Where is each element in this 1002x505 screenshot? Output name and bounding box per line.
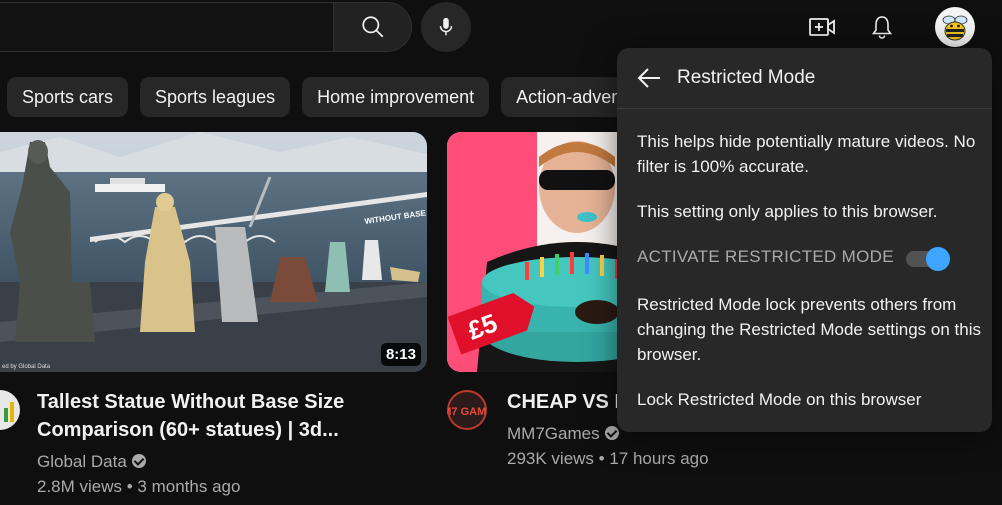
mm7-logo-icon: MM7 GAMES — [447, 390, 487, 430]
channel-avatar-mm7games[interactable]: MM7 GAMES — [447, 390, 487, 430]
channel-name[interactable]: Global Data — [37, 450, 146, 474]
panel-header: Restricted Mode — [617, 48, 992, 109]
filter-chips-bar: Sports cars Sports leagues Home improvem… — [7, 77, 637, 117]
create-video-icon — [809, 18, 835, 36]
search-icon — [361, 16, 383, 38]
chip-home-improvement[interactable]: Home improvement — [302, 77, 490, 117]
bee-avatar-icon — [942, 15, 968, 41]
channel-avatar-global-data[interactable] — [0, 390, 20, 430]
account-avatar[interactable] — [935, 7, 975, 47]
verified-icon — [131, 454, 146, 468]
verified-icon — [604, 426, 619, 440]
video-title[interactable]: Tallest Statue Without Base Size Compari… — [37, 388, 367, 444]
chip-sports-leagues[interactable]: Sports leagues — [140, 77, 291, 117]
restricted-mode-panel: Restricted Mode This helps hide potentia… — [617, 48, 992, 432]
panel-title: Restricted Mode — [677, 67, 816, 88]
channel-name-text: Global Data — [37, 452, 127, 471]
notifications-bell-icon — [871, 16, 893, 39]
search-input[interactable] — [0, 2, 333, 52]
restricted-description: This helps hide potentially mature video… — [637, 132, 976, 176]
video-thumbnail-statues[interactable]: WITHOUT BASE ed by Global Data 8:13 — [0, 132, 427, 372]
thumb-credit: ed by Global Data — [2, 364, 51, 370]
video-meta: 2.8M views • 3 months ago — [37, 477, 241, 496]
back-arrow-icon — [637, 68, 660, 88]
browser-only-note: This setting only applies to this browse… — [637, 202, 938, 221]
restricted-mode-toggle[interactable] — [906, 247, 952, 271]
statues-thumbnail-image: WITHOUT BASE ed by Global Data — [0, 132, 427, 372]
microphone-icon — [439, 17, 453, 36]
create-button[interactable] — [801, 6, 843, 48]
lock-restricted-mode-link[interactable]: Lock Restricted Mode on this browser — [637, 387, 982, 412]
lock-description: Restricted Mode lock prevents others fro… — [637, 295, 981, 364]
bar-chart-logo-icon — [4, 402, 14, 422]
toggle-knob — [926, 247, 950, 271]
video-duration: 8:13 — [380, 343, 421, 366]
search-button[interactable] — [333, 2, 412, 52]
channel-name[interactable]: MM7Games — [507, 422, 619, 446]
video-title[interactable]: CHEAP VS E — [507, 388, 628, 416]
channel-logo-text: MM7 GAMES — [447, 406, 487, 418]
chip-sports-cars[interactable]: Sports cars — [7, 77, 129, 117]
channel-name-text: MM7Games — [507, 424, 600, 443]
notifications-button[interactable] — [861, 6, 903, 48]
back-button[interactable] — [629, 58, 669, 98]
voice-search-button[interactable] — [421, 2, 471, 52]
chip-action-adventure[interactable]: Action-adven — [501, 77, 637, 117]
video-meta: 293K views • 17 hours ago — [507, 449, 709, 468]
activate-restricted-mode-label: ACTIVATE RESTRICTED MODE — [637, 247, 894, 266]
